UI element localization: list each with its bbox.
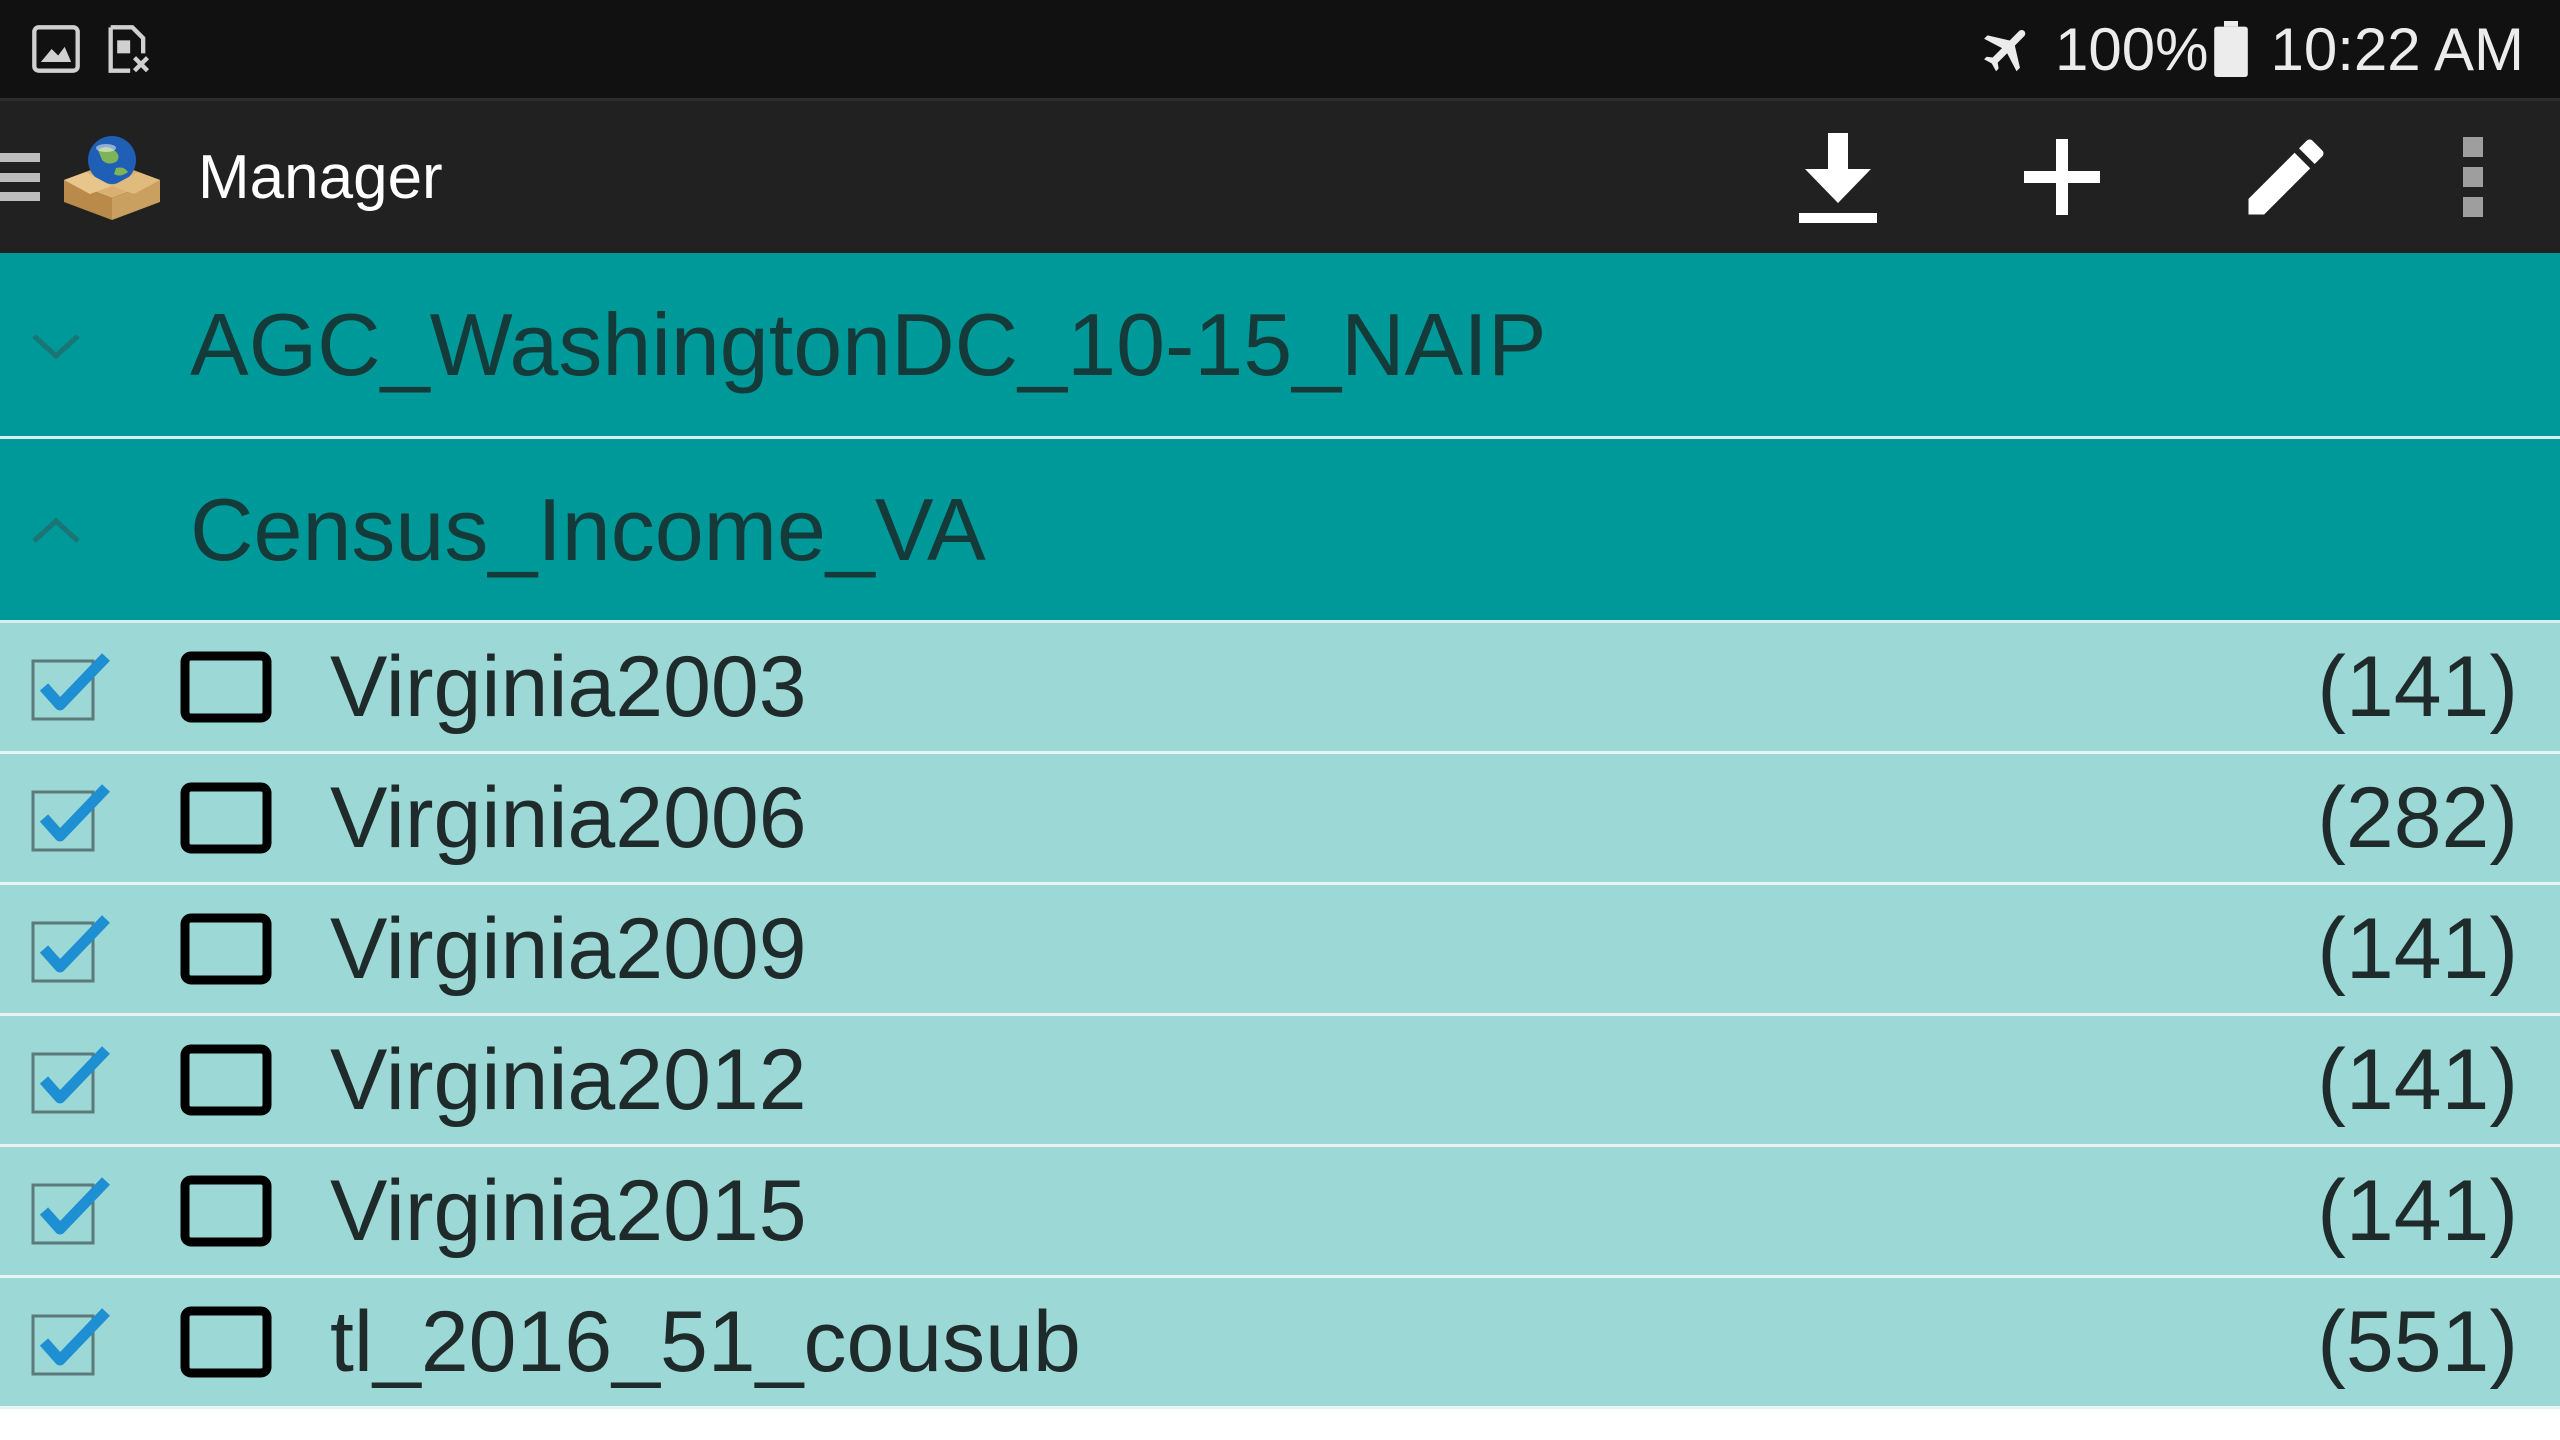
group-chevron[interactable] [0, 515, 190, 545]
feature-count: (141) [2317, 1031, 2518, 1128]
layer-name: Virginia2009 [330, 900, 807, 997]
layer-visibility-checkbox[interactable] [0, 1175, 180, 1247]
feature-count: (141) [2317, 900, 2518, 997]
layer-extent-button[interactable] [180, 651, 330, 723]
square-frame-icon [180, 1175, 272, 1247]
layer-extent-button[interactable] [180, 782, 330, 854]
square-frame-icon [180, 651, 272, 723]
layer-extent-button[interactable] [180, 1175, 330, 1247]
add-button[interactable] [1950, 101, 2174, 253]
layer-name: Virginia2003 [330, 638, 807, 735]
download-button[interactable] [1726, 101, 1950, 253]
status-right: 100% 10:22 AM [1979, 15, 2560, 84]
layer-visibility-checkbox[interactable] [0, 651, 180, 723]
chevron-up-icon [32, 517, 80, 543]
layer-visibility-checkbox[interactable] [0, 782, 180, 854]
checkbox-checked-icon [31, 653, 110, 721]
layer-visibility-checkbox[interactable] [0, 913, 180, 985]
overflow-menu-button[interactable] [2398, 101, 2548, 253]
group-header-census-income-va[interactable]: Census_Income_VA [0, 439, 2560, 623]
layer-name: Virginia2006 [330, 769, 807, 866]
add-icon [2024, 139, 2100, 215]
overflow-menu-icon [2463, 137, 2483, 217]
sim-off-icon [108, 25, 150, 73]
clock: 10:22 AM [2270, 15, 2524, 83]
group-header-agc-washingtondc[interactable]: AGC_WashingtonDC_10-15_NAIP [0, 253, 2560, 439]
layer-row[interactable]: Virginia2012 (141) [0, 1016, 2560, 1147]
battery-icon [2214, 21, 2249, 77]
group-title: AGC_WashingtonDC_10-15_NAIP [190, 294, 1547, 394]
layer-visibility-checkbox[interactable] [0, 1306, 180, 1378]
checkbox-checked-icon [31, 1177, 110, 1245]
group-title: Census_Income_VA [190, 479, 986, 579]
layer-extent-button[interactable] [180, 1044, 330, 1116]
app-logo-icon[interactable] [56, 132, 168, 222]
square-frame-icon [180, 1306, 272, 1378]
square-frame-icon [180, 1044, 272, 1116]
group-chevron[interactable] [0, 330, 190, 360]
layer-name: tl_2016_51_cousub [330, 1293, 1081, 1390]
status-bar: 100% 10:22 AM [0, 0, 2560, 98]
checkbox-checked-icon [31, 784, 110, 852]
square-frame-icon [180, 782, 272, 854]
feature-count: (141) [2317, 638, 2518, 735]
layer-extent-button[interactable] [180, 913, 330, 985]
square-frame-icon [180, 913, 272, 985]
checkbox-checked-icon [31, 915, 110, 983]
layer-row[interactable]: Virginia2015 (141) [0, 1147, 2560, 1278]
feature-count: (282) [2317, 769, 2518, 866]
edit-icon [2248, 139, 2324, 215]
checkbox-checked-icon [31, 1308, 110, 1376]
download-icon [1799, 133, 1877, 223]
airplane-mode-icon [1984, 29, 2026, 72]
layer-name: Virginia2015 [330, 1162, 807, 1259]
feature-count: (551) [2317, 1293, 2518, 1390]
action-bar [1726, 101, 2560, 253]
layer-list: AGC_WashingtonDC_10-15_NAIP Census_Incom… [0, 253, 2560, 1409]
checkbox-checked-icon [31, 1046, 110, 1114]
edit-button[interactable] [2174, 101, 2398, 253]
chevron-down-icon [32, 333, 80, 359]
nav-drawer-icon[interactable] [0, 147, 44, 207]
battery-percent: 100% [2055, 15, 2209, 83]
layer-extent-button[interactable] [180, 1306, 330, 1378]
layer-row[interactable]: Virginia2009 (141) [0, 885, 2560, 1016]
layer-row[interactable]: Virginia2003 (141) [0, 623, 2560, 754]
app-bar: Manager [0, 98, 2560, 253]
layer-row[interactable]: tl_2016_51_cousub (551) [0, 1278, 2560, 1409]
image-icon [32, 25, 80, 73]
status-left-icons [0, 23, 154, 75]
layer-visibility-checkbox[interactable] [0, 1044, 180, 1116]
app-title: Manager [198, 142, 443, 212]
feature-count: (141) [2317, 1162, 2518, 1259]
layer-name: Virginia2012 [330, 1031, 807, 1128]
layer-row[interactable]: Virginia2006 (282) [0, 754, 2560, 885]
